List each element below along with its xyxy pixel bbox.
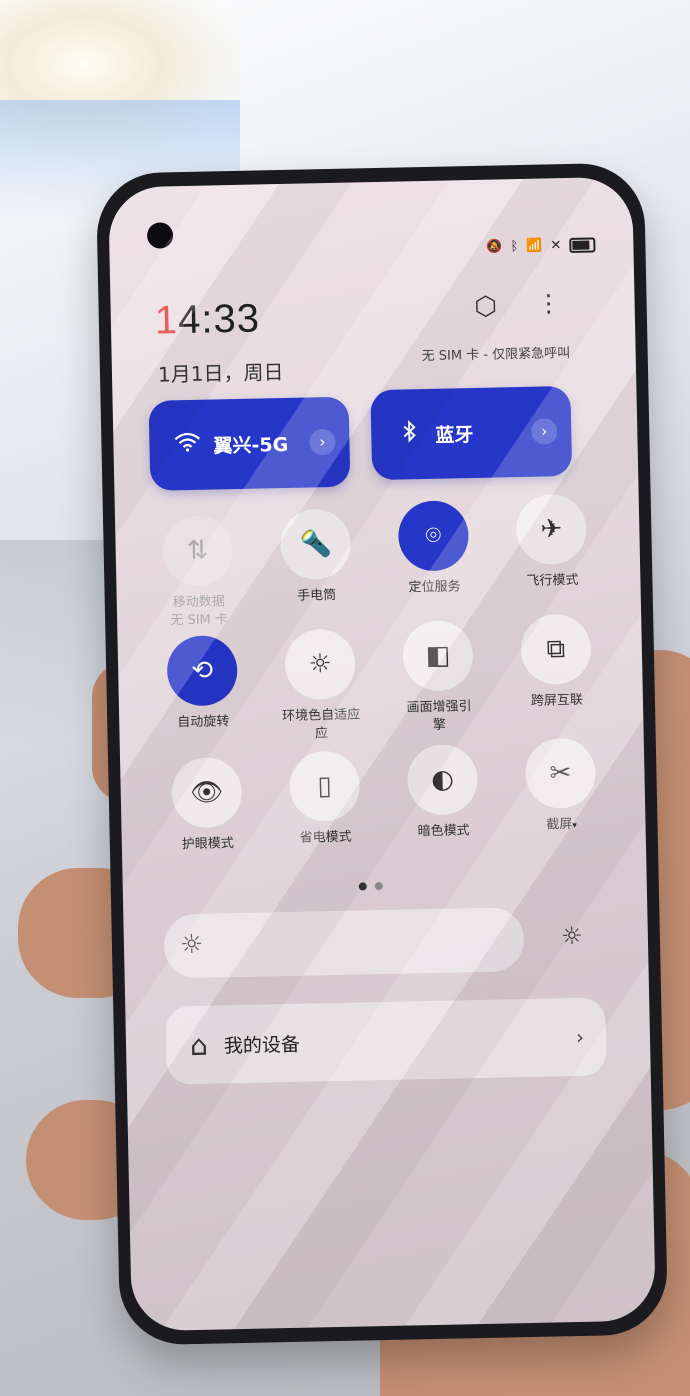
my-devices-card[interactable]: ⌂ 我的设备 › <box>165 997 607 1085</box>
tile-label: 环境色自适应应 <box>282 707 361 742</box>
wifi-tile[interactable]: 翼兴-5G › <box>148 396 351 491</box>
clock-rest: 4:33 <box>177 296 261 343</box>
tile-auto-rotate[interactable]: ⟲ 自动旋转 <box>141 634 263 732</box>
page-dot-2[interactable] <box>374 882 383 891</box>
tile-label: 截屏▾ <box>546 817 577 833</box>
auto-brightness-icon[interactable]: ☼ <box>541 905 602 966</box>
date: 1月1日，周日 <box>157 359 284 387</box>
bluetooth-tile[interactable]: 蓝牙 › <box>370 385 573 481</box>
tile-battery-saver[interactable]: ▯ 省电模式 <box>264 750 386 848</box>
mobile-data-icon: ⇅ <box>161 515 234 587</box>
bluetooth-chevron-icon[interactable]: › <box>531 418 558 445</box>
tile-label: 移动数据无 SIM 卡 <box>170 594 229 629</box>
status-bar: 🔕 ᛒ 📶 ✕ <box>486 237 596 255</box>
bluetooth-tile-label: 蓝牙 <box>435 423 474 447</box>
dark-mode-icon: ◐ <box>406 744 479 816</box>
tile-flashlight[interactable]: 🔦 手电筒 <box>255 508 377 606</box>
display-enhance-icon: ◧ <box>402 620 474 692</box>
tile-eye-comfort[interactable]: 👁 护眼模式 <box>146 756 268 854</box>
tile-mobile-data[interactable]: ⇅ 移动数据无 SIM 卡 <box>137 515 259 631</box>
location-icon: ⌾ <box>397 500 470 572</box>
clock-first-digit: 1 <box>154 298 179 343</box>
my-devices-label: 我的设备 <box>223 1033 301 1057</box>
bluetooth-icon: ᛒ <box>510 239 519 255</box>
tile-label: 省电模式 <box>299 829 352 846</box>
bluetooth-icon <box>389 419 430 449</box>
no-sim-icon: ✕ <box>550 238 562 254</box>
tile-location[interactable]: ⌾ 定位服务 <box>373 500 495 598</box>
wifi-icon <box>167 432 208 459</box>
tile-display-enhance[interactable]: ◧ 画面增强引擎 <box>377 620 499 736</box>
screenshot-icon: ✂ <box>524 737 597 809</box>
wifi-chevron-icon[interactable]: › <box>309 428 336 456</box>
eye-icon: 👁 <box>171 756 243 829</box>
tile-dark-mode[interactable]: ◐ 暗色模式 <box>382 743 504 841</box>
sim-status: 无 SIM 卡 - 仅限紧急呼叫 <box>421 345 571 365</box>
tile-label: 护眼模式 <box>181 836 235 853</box>
tile-label: 自动旋转 <box>177 714 230 731</box>
wifi-icon: 📶 <box>526 238 543 254</box>
tile-label: 画面增强引擎 <box>406 699 472 733</box>
tile-screenshot[interactable]: ✂ 截屏▾ <box>500 737 622 836</box>
brightness-slider[interactable]: ☼ <box>163 907 525 979</box>
mute-icon: 🔕 <box>486 239 503 255</box>
battery-saver-icon: ▯ <box>288 750 361 822</box>
page-dot-1[interactable] <box>358 882 367 891</box>
battery-icon <box>569 237 596 253</box>
control-center-screen: 🔕 ᛒ 📶 ✕ 14:33 1月1日，周日 ⬡ ⋮ 无 SIM 卡 - 仅限紧急… <box>108 176 656 1332</box>
airplane-icon: ✈ <box>515 493 588 566</box>
more-options-icon[interactable]: ⋮ <box>536 288 561 318</box>
tile-ambient-color[interactable]: ☼ 环境色自适应应 <box>259 628 381 744</box>
auto-rotate-icon: ⟲ <box>166 635 238 707</box>
brightness-sun-icon: ☼ <box>179 929 204 961</box>
tile-label: 飞行模式 <box>526 572 579 589</box>
wifi-tile-label: 翼兴-5G <box>213 433 289 457</box>
settings-gear-icon[interactable]: ⬡ <box>470 291 501 322</box>
page-indicator <box>358 882 383 891</box>
phone-frame: 🔕 ᛒ 📶 ✕ 14:33 1月1日，周日 ⬡ ⋮ 无 SIM 卡 - 仅限紧急… <box>95 162 669 1346</box>
tile-airplane[interactable]: ✈ 飞行模式 <box>491 493 613 591</box>
home-icon: ⌂ <box>189 1028 209 1062</box>
tile-label: 手电筒 <box>297 587 337 604</box>
front-camera <box>146 222 174 249</box>
tile-label: 跨屏互联 <box>530 692 584 709</box>
chevron-right-icon[interactable]: › <box>576 1025 585 1049</box>
clock: 14:33 <box>154 296 260 343</box>
ambient-color-icon: ☼ <box>284 628 356 701</box>
screen-cast-icon: ⧉ <box>520 613 592 686</box>
tile-screen-cast[interactable]: ⧉ 跨屏互联 <box>495 613 617 711</box>
tile-label: 暗色模式 <box>417 823 470 840</box>
flashlight-icon: 🔦 <box>279 508 352 581</box>
tile-label: 定位服务 <box>408 579 461 596</box>
